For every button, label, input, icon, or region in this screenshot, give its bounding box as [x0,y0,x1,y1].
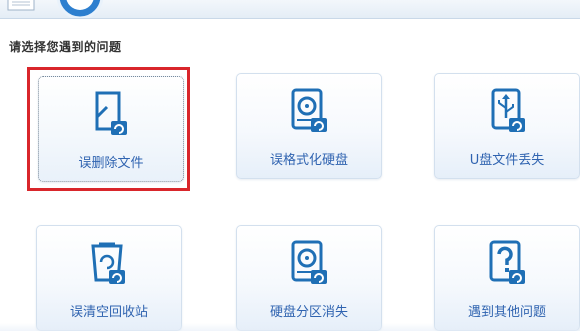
tile-other-problems[interactable]: 遇到其他问题 [434,225,580,331]
tile-label: U盘文件丢失 [469,153,545,168]
tile-label: 硬盘分区消失 [269,305,348,320]
tile-label: 误清空回收站 [69,305,148,320]
recycle-bin-icon [91,242,125,284]
app-logo-icon [7,0,104,18]
tile-formatted-disk[interactable]: 误格式化硬盘 [236,73,382,179]
question-icon [489,240,525,284]
formatted-disk-icon [291,88,327,132]
tile-lost-partition[interactable]: 硬盘分区消失 [236,225,382,331]
window-top-bar [0,0,580,19]
tile-deleted-file[interactable]: 误删除文件 [38,76,184,182]
tile-label: 误删除文件 [78,156,144,171]
deleted-file-icon [95,91,127,135]
usb-file-icon [491,88,525,132]
tile-label: 误格式化硬盘 [269,153,348,168]
bottom-fade [0,323,580,331]
tile-usb-file-lost[interactable]: U盘文件丢失 [434,73,580,179]
tile-emptied-recycle-bin[interactable]: 误清空回收站 [36,225,182,331]
tile-label: 遇到其他问题 [467,305,546,320]
lost-partition-icon [291,240,327,284]
prompt-heading: 请选择您遇到的问题 [9,40,122,54]
